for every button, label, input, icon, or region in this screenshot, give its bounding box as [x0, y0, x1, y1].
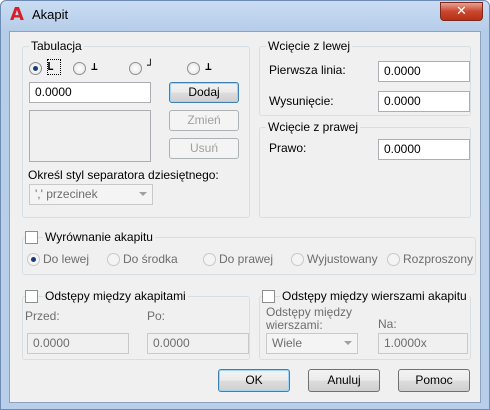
align-left-radio[interactable]: [27, 253, 40, 266]
dialog-client-area: Tabulacja L ⊥ ┘ ⊥ 0.0000 Dodaj Zmień Usu…: [9, 31, 481, 403]
ok-button[interactable]: OK: [218, 369, 290, 392]
align-center-radio[interactable]: [107, 253, 120, 266]
right-indent-label: Prawo:: [269, 141, 307, 155]
modify-tab-button[interactable]: Zmień: [169, 110, 239, 131]
add-tab-button[interactable]: Dodaj: [169, 82, 239, 103]
align-justify-label[interactable]: Wyjustowany: [307, 252, 378, 266]
alignment-group: Wyrównanie akapitu Do lewej Do środka Do…: [22, 230, 476, 275]
align-justify-radio[interactable]: [291, 253, 304, 266]
first-line-input[interactable]: 0.0000: [378, 61, 470, 82]
align-left-label[interactable]: Do lewej: [43, 252, 89, 266]
first-line-label: Pierwsza linia:: [269, 63, 346, 77]
line-spacing-title: Odstępy między wierszami akapitu: [280, 289, 469, 303]
before-input[interactable]: 0.0000: [27, 333, 129, 354]
at-label: Na:: [378, 317, 397, 331]
after-input[interactable]: 0.0000: [147, 333, 249, 354]
separator-style-value: ',' przecinek: [35, 187, 98, 201]
close-button[interactable]: ✕: [440, 2, 483, 21]
title-bar[interactable]: A Akapit ✕: [1, 1, 489, 29]
align-right-radio[interactable]: [203, 253, 216, 266]
hanging-input[interactable]: 0.0000: [378, 91, 470, 112]
right-indent-group: Wcięcie z prawej Prawo: 0.0000: [259, 120, 471, 218]
align-distribute-radio[interactable]: [387, 253, 400, 266]
right-tab-icon: ┘: [147, 59, 154, 72]
line-spacing-label-line2: wierszami:: [266, 318, 323, 332]
dialog-window: A Akapit ✕ Tabulacja L ⊥ ┘ ⊥ 0.0000 Doda…: [0, 0, 490, 410]
line-spacing-select[interactable]: Wiele: [266, 333, 358, 354]
tabulacja-group: Tabulacja L ⊥ ┘ ⊥ 0.0000 Dodaj Zmień Usu…: [22, 39, 250, 218]
hanging-label: Wysunięcie:: [269, 94, 334, 108]
after-label: Po:: [147, 309, 166, 323]
paragraph-spacing-checkbox[interactable]: [25, 290, 38, 303]
remove-tab-button[interactable]: Usuń: [169, 138, 239, 159]
line-spacing-group: Odstępy między wierszami akapitu Odstępy…: [259, 289, 471, 360]
right-tab-radio[interactable]: [129, 62, 142, 75]
align-center-label[interactable]: Do środka: [123, 252, 178, 266]
line-spacing-checkbox[interactable]: [262, 290, 275, 303]
paragraph-spacing-title: Odstępy między akapitami: [43, 289, 188, 303]
window-title: Akapit: [32, 7, 69, 22]
tabulacja-title: Tabulacja: [29, 39, 84, 53]
left-tab-radio[interactable]: [29, 62, 42, 75]
paragraph-spacing-group: Odstępy między akapitami Przed: 0.0000 P…: [22, 289, 250, 360]
separator-style-label: Określ styl separatora dziesiętnego:: [28, 168, 219, 182]
align-distribute-label[interactable]: Rozproszony: [403, 252, 473, 266]
alignment-checkbox[interactable]: [25, 231, 38, 244]
cancel-button[interactable]: Anuluj: [308, 369, 380, 392]
before-label: Przed:: [25, 309, 60, 323]
line-spacing-value: Wiele: [272, 336, 303, 350]
decimal-tab-radio[interactable]: [187, 62, 200, 75]
right-indent-input[interactable]: 0.0000: [378, 139, 470, 160]
center-tab-radio[interactable]: [73, 62, 86, 75]
left-tab-icon: L: [47, 59, 61, 75]
help-button[interactable]: Pomoc: [398, 369, 470, 392]
alignment-title: Wyrównanie akapitu: [43, 230, 155, 244]
tab-position-input[interactable]: 0.0000: [29, 82, 151, 103]
left-indent-group: Wcięcie z lewej Pierwsza linia: 0.0000 W…: [259, 39, 471, 116]
decimal-tab-icon: ⊥: [205, 60, 212, 73]
autocad-app-icon: A: [10, 4, 24, 25]
left-indent-title: Wcięcie z lewej: [266, 39, 353, 53]
align-right-label[interactable]: Do prawej: [219, 252, 273, 266]
tab-list[interactable]: [29, 110, 151, 162]
right-indent-title: Wcięcie z prawej: [266, 120, 361, 134]
center-tab-icon: ⊥: [91, 60, 98, 73]
at-input[interactable]: 1.0000x: [378, 333, 468, 354]
chevron-down-icon: [139, 192, 147, 196]
line-spacing-label-line1: Odstępy między: [266, 305, 353, 319]
separator-style-select[interactable]: ',' przecinek: [29, 184, 153, 205]
chevron-down-icon: [344, 341, 352, 345]
